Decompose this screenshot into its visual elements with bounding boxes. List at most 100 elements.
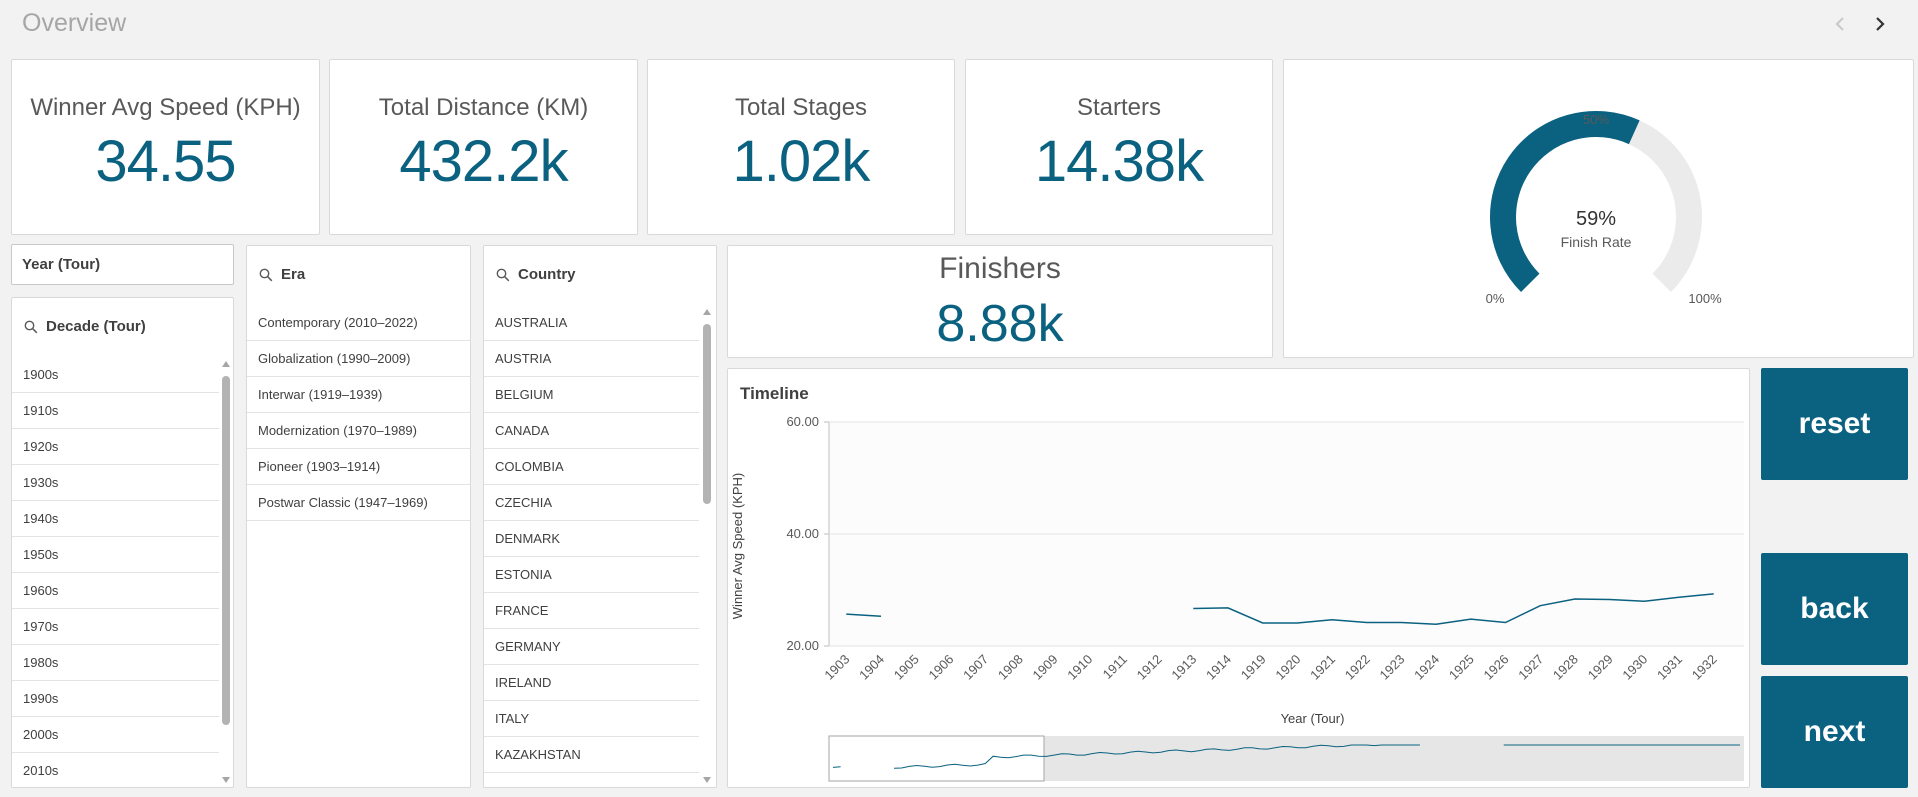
gauge-min-label: 0% bbox=[1486, 291, 1505, 306]
x-tick-label: 1932 bbox=[1689, 652, 1720, 683]
kpi-label: Starters bbox=[1076, 94, 1162, 121]
timeline-chart-card[interactable]: Timeline 20.00 40.00 60.00 1903 1904 1905 190… bbox=[727, 368, 1750, 788]
country-filter[interactable]: Country AUSTRALIA AUSTRIA BELGIUM CANADA COL… bbox=[483, 245, 717, 788]
scroll-up-icon[interactable] bbox=[702, 308, 712, 316]
timeline-minimap[interactable] bbox=[828, 735, 1744, 782]
x-tick-label: 1927 bbox=[1515, 652, 1546, 683]
era-list-item[interactable]: Pioneer (1903–1914) bbox=[247, 449, 470, 485]
kpi-total-distance[interactable]: Total Distance (KM) 432.2k bbox=[329, 59, 638, 235]
country-list-item[interactable]: GERMANY bbox=[484, 629, 699, 665]
gauge-fill bbox=[1490, 111, 1640, 292]
kpi-starters[interactable]: Starters 14.38k bbox=[965, 59, 1273, 235]
x-axis-label: Year (Tour) bbox=[1281, 711, 1345, 726]
decade-list-item[interactable]: 1990s bbox=[12, 681, 219, 717]
era-filter-title: Era bbox=[281, 266, 306, 283]
kpi-value: 432.2k bbox=[399, 129, 568, 194]
country-list-item[interactable]: DENMARK bbox=[484, 521, 699, 557]
x-tick-label: 1924 bbox=[1411, 652, 1442, 683]
decade-scrollbar[interactable] bbox=[220, 360, 232, 785]
decade-list-item[interactable]: 1920s bbox=[12, 429, 219, 465]
country-list-item[interactable]: CZECHIA bbox=[484, 485, 699, 521]
country-list-item[interactable]: AUSTRALIA bbox=[484, 305, 699, 341]
kpi-finishers[interactable]: Finishers 8.88k bbox=[727, 245, 1273, 358]
era-list[interactable]: Contemporary (2010–2022) Globalization (1… bbox=[247, 305, 470, 787]
gauge-label: Finish Rate bbox=[1561, 234, 1632, 250]
chevron-left-icon bbox=[1835, 17, 1844, 31]
country-list-item[interactable]: FRANCE bbox=[484, 593, 699, 629]
decade-list-item[interactable]: 1950s bbox=[12, 537, 219, 573]
x-tick-label: 1912 bbox=[1134, 652, 1165, 683]
previous-sheet-button[interactable] bbox=[1826, 10, 1854, 38]
country-list-item[interactable]: AUSTRIA bbox=[484, 341, 699, 377]
decade-list-item[interactable]: 2000s bbox=[12, 717, 219, 753]
decade-scroll-thumb[interactable] bbox=[222, 376, 230, 725]
country-list-item[interactable]: ESTONIA bbox=[484, 557, 699, 593]
x-tick-label: 1920 bbox=[1272, 652, 1303, 683]
year-filter[interactable]: Year (Tour) bbox=[11, 244, 234, 285]
scroll-down-icon[interactable] bbox=[702, 776, 712, 784]
kpi-value: 1.02k bbox=[732, 129, 871, 194]
search-icon[interactable] bbox=[259, 268, 273, 282]
finish-rate-gauge: 59% Finish Rate 50% 0% 100% bbox=[1486, 111, 1722, 306]
x-tick-label: 1922 bbox=[1342, 652, 1373, 683]
x-tick-label: 1907 bbox=[960, 652, 991, 683]
gauge-value: 59% bbox=[1576, 208, 1616, 230]
x-tick-label: 1903 bbox=[821, 652, 852, 683]
era-list-item[interactable]: Modernization (1970–1989) bbox=[247, 413, 470, 449]
scroll-up-icon[interactable] bbox=[221, 360, 231, 368]
search-icon[interactable] bbox=[496, 268, 510, 282]
decade-list-item[interactable]: 2010s bbox=[12, 753, 219, 787]
x-tick-label: 1913 bbox=[1168, 652, 1199, 683]
decade-filter-header: Decade (Tour) bbox=[24, 318, 146, 335]
decade-list-item[interactable]: 1940s bbox=[12, 501, 219, 537]
x-tick-label: 1929 bbox=[1585, 652, 1616, 683]
x-tick-label: 1914 bbox=[1203, 652, 1234, 683]
country-filter-title: Country bbox=[518, 266, 576, 283]
x-tick-label: 1919 bbox=[1238, 652, 1269, 683]
page-title: Overview bbox=[22, 9, 127, 37]
minimap-line bbox=[832, 766, 841, 768]
country-list-item[interactable]: IRELAND bbox=[484, 665, 699, 701]
decade-list-item[interactable]: 1960s bbox=[12, 573, 219, 609]
decade-list-item[interactable]: 1910s bbox=[12, 393, 219, 429]
next-button[interactable]: next bbox=[1761, 676, 1908, 788]
reset-button[interactable]: reset bbox=[1761, 368, 1908, 480]
country-list-item[interactable]: KAZAKHSTAN bbox=[484, 737, 699, 773]
era-filter-header: Era bbox=[259, 266, 305, 283]
country-list[interactable]: AUSTRALIA AUSTRIA BELGIUM CANADA COLOMBIA CZE… bbox=[484, 305, 699, 787]
search-icon[interactable] bbox=[24, 320, 38, 334]
era-list-item[interactable]: Interwar (1919–1939) bbox=[247, 377, 470, 413]
era-list-item[interactable]: Postwar Classic (1947–1969) bbox=[247, 485, 470, 521]
kpi-total-stages[interactable]: Total Stages 1.02k bbox=[647, 59, 955, 235]
decade-list-item[interactable]: 1900s bbox=[12, 357, 219, 393]
country-list-item[interactable]: CANADA bbox=[484, 413, 699, 449]
back-button[interactable]: back bbox=[1761, 553, 1908, 665]
country-list-item[interactable]: ITALY bbox=[484, 701, 699, 737]
decade-list-item[interactable]: 1930s bbox=[12, 465, 219, 501]
country-filter-header: Country bbox=[496, 266, 576, 283]
country-scroll-thumb[interactable] bbox=[703, 324, 711, 504]
x-tick-label: 1926 bbox=[1481, 652, 1512, 683]
country-list-item[interactable]: BELGIUM bbox=[484, 377, 699, 413]
x-tick-label: 1905 bbox=[891, 652, 922, 683]
scroll-down-icon[interactable] bbox=[221, 776, 231, 784]
next-sheet-button[interactable] bbox=[1866, 10, 1894, 38]
era-list-item[interactable]: Globalization (1990–2009) bbox=[247, 341, 470, 377]
decade-list[interactable]: 1900s 1910s 1920s 1930s 1940s 1950s 1960s 1970s… bbox=[12, 357, 219, 787]
x-tick-labels: 1903 1904 1905 1906 1907 1908 1909 1910 1911 1912… bbox=[821, 652, 1719, 683]
country-scrollbar[interactable] bbox=[701, 308, 713, 785]
timeline-chart[interactable]: 20.00 40.00 60.00 1903 1904 1905 1906 1907 1908… bbox=[728, 369, 1751, 789]
minimap-selection[interactable] bbox=[828, 735, 1045, 782]
decade-filter[interactable]: Decade (Tour) 1900s 1910s 1920s 1930s 1940s 1… bbox=[11, 297, 234, 788]
country-list-item[interactable]: COLOMBIA bbox=[484, 449, 699, 485]
kpi-label: Winner Avg Speed (KPH) bbox=[30, 94, 301, 121]
era-list-item[interactable]: Contemporary (2010–2022) bbox=[247, 305, 470, 341]
x-tick-label: 1921 bbox=[1307, 652, 1338, 683]
era-filter[interactable]: Era Contemporary (2010–2022) Globalizatio… bbox=[246, 245, 471, 788]
kpi-value: 8.88k bbox=[936, 295, 1064, 353]
decade-list-item[interactable]: 1980s bbox=[12, 645, 219, 681]
y-tick-label: 20.00 bbox=[786, 638, 819, 653]
decade-list-item[interactable]: 1970s bbox=[12, 609, 219, 645]
finish-rate-gauge-card[interactable]: 59% Finish Rate 50% 0% 100% bbox=[1283, 59, 1914, 358]
kpi-winner-avg-speed[interactable]: Winner Avg Speed (KPH) 34.55 bbox=[11, 59, 320, 235]
